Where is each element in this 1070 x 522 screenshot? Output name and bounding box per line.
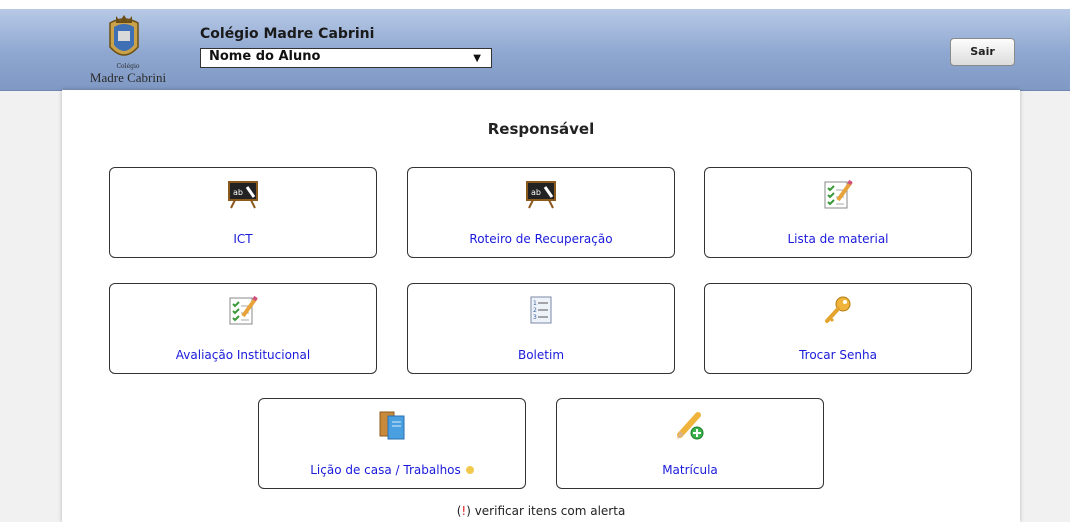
tile-trocar-senha[interactable]: Trocar Senha <box>704 283 972 374</box>
tile-label: Matrícula <box>662 463 718 477</box>
school-logo: Colégio Madre Cabrini <box>86 13 170 91</box>
logout-button[interactable]: Sair <box>950 38 1015 66</box>
pencil-add-icon <box>677 412 704 440</box>
svg-text:3: 3 <box>533 314 537 321</box>
tile-label: Boletim <box>517 348 565 362</box>
app-header: Colégio Madre Cabrini Colégio Madre Cabr… <box>0 9 1070 91</box>
page-title: Responsável <box>487 120 595 138</box>
svg-text:ab: ab <box>531 188 541 197</box>
school-name: Colégio Madre Cabrini <box>200 26 375 42</box>
chalkboard-icon: ab <box>228 181 258 209</box>
tile-avaliacao-institucional[interactable]: Avaliação Institucional <box>109 283 377 374</box>
alert-dot-icon <box>465 466 474 474</box>
top-strip <box>0 0 1070 9</box>
tile-label: Lição de casa / Trabalhos <box>259 463 525 477</box>
student-select[interactable]: Nome do Aluno ▼ <box>200 48 492 68</box>
tile-roteiro-recuperacao[interactable]: ab Roteiro de Recuperação <box>407 167 675 258</box>
key-icon <box>825 296 851 323</box>
tile-label-text: Lição de casa / Trabalhos <box>310 463 461 477</box>
tile-label: Avaliação Institucional <box>175 348 311 362</box>
tile-label: Trocar Senha <box>799 348 877 362</box>
report-list-icon: 1 2 3 <box>530 296 552 324</box>
logo-small-text: Colégio <box>116 63 140 70</box>
tile-boletim[interactable]: 1 2 3 Boletim <box>407 283 675 374</box>
tile-lista-material[interactable]: Lista de material <box>704 167 972 258</box>
student-select-value: Nome do Aluno <box>209 49 321 64</box>
main-panel: Responsável ab ICT ab Roteiro de Recuper… <box>62 90 1020 522</box>
svg-text:ab: ab <box>233 188 243 197</box>
alert-note-text: verificar itens com alerta <box>470 504 626 518</box>
tile-ict[interactable]: ab ICT <box>109 167 377 258</box>
checklist-pencil-icon <box>824 179 853 209</box>
chalkboard-icon: ab <box>526 181 556 209</box>
books-icon <box>379 411 405 440</box>
school-crest-icon <box>109 15 139 56</box>
svg-text:2: 2 <box>533 307 537 314</box>
alert-note: (!) verificar itens com alerta <box>62 504 1020 518</box>
tile-label: Roteiro de Recuperação <box>469 232 613 246</box>
tile-licao-de-casa[interactable]: Lição de casa / Trabalhos <box>258 398 526 489</box>
logo-name: Madre Cabrini <box>89 70 167 85</box>
tile-label: ICT <box>233 232 253 246</box>
chevron-down-icon: ▼ <box>473 53 481 64</box>
tile-matricula[interactable]: Matrícula <box>556 398 824 489</box>
checklist-pencil-icon <box>229 295 258 325</box>
svg-text:1: 1 <box>533 300 537 307</box>
tile-label: Lista de material <box>787 232 889 246</box>
